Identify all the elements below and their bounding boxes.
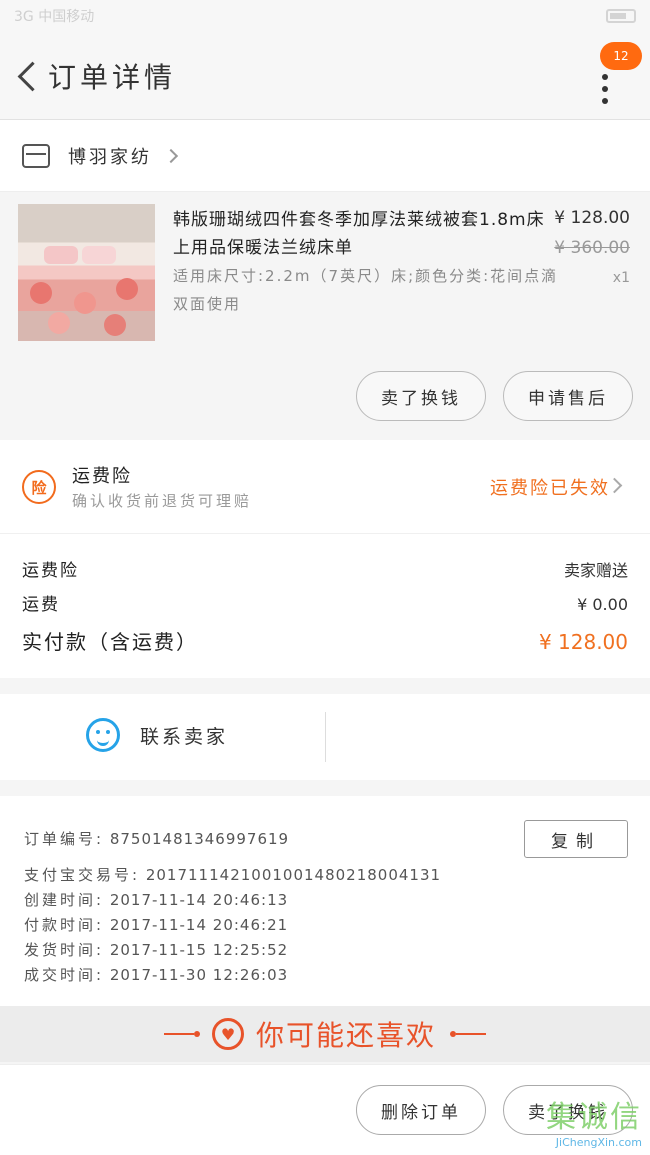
contact-section: 联系卖家 xyxy=(0,694,650,780)
insurance-status: 运费险已失效 xyxy=(490,478,610,499)
order-info: 订单编号: 87501481346997619 复制 支付宝交易号: 20171… xyxy=(0,796,650,1006)
total-value: ¥ 128.00 xyxy=(538,630,628,654)
product-quantity: x1 xyxy=(612,270,630,286)
paid-time: 2017-11-14 20:46:21 xyxy=(109,916,289,934)
created-time: 2017-11-14 20:46:13 xyxy=(109,891,289,909)
shipping-fee-value: ¥ 0.00 xyxy=(577,595,628,614)
product-image[interactable] xyxy=(18,204,155,341)
watermark-en: JiChengXin.com xyxy=(555,1136,642,1149)
product-title[interactable]: 韩版珊瑚绒四件套冬季加厚法莱绒被套1.8m床上用品保暖法兰绒床单 xyxy=(173,206,553,262)
contact-seller-label: 联系卖家 xyxy=(140,725,229,748)
watermark: 集诚信 JiChengXin.com xyxy=(546,1092,642,1149)
shipped-time-line: 发货时间: 2017-11-15 12:25:52 xyxy=(24,939,288,960)
insurance-icon: 险 xyxy=(22,470,56,504)
created-time-line: 创建时间: 2017-11-14 20:46:13 xyxy=(24,889,288,910)
shop-row[interactable]: 博羽家纺 xyxy=(0,120,650,192)
product-original-price: ¥ 360.00 xyxy=(554,238,630,258)
recommend-title: 你可能还喜欢 xyxy=(255,1019,436,1052)
bottom-action-bar: 删除订单 卖了换钱 集诚信 JiChengXin.com xyxy=(0,1064,650,1155)
insurance-subtitle: 确认收货前退货可理赔 xyxy=(72,492,253,510)
shop-name: 博羽家纺 xyxy=(68,146,152,168)
chevron-right-icon xyxy=(163,148,179,163)
store-icon xyxy=(22,143,50,168)
after-sale-button[interactable]: 申请售后 xyxy=(503,371,633,421)
message-badge[interactable]: 12 xyxy=(600,42,642,70)
heart-icon: ♥ xyxy=(211,1018,244,1050)
alipay-number-label: 支付宝交易号: xyxy=(24,866,141,884)
shipping-fee-label: 运费 xyxy=(22,595,60,615)
watermark-cn: 集诚信 xyxy=(546,1100,642,1135)
completed-time: 2017-11-30 12:26:03 xyxy=(109,966,289,984)
back-icon[interactable] xyxy=(12,56,42,96)
signal-indicator: 3G 中国移动 xyxy=(14,9,95,25)
paid-time-line: 付款时间: 2017-11-14 20:46:21 xyxy=(24,914,288,935)
recommend-banner: ♥ 你可能还喜欢 xyxy=(0,1006,650,1062)
insurance-fee-value: 卖家赠送 xyxy=(563,561,628,580)
alipay-number: 2017111421001001480218004131 xyxy=(145,866,442,884)
contact-seller-button[interactable]: 联系卖家 xyxy=(86,718,228,752)
total-label: 实付款（含运费） xyxy=(22,630,198,654)
completed-time-label: 成交时间: xyxy=(24,966,105,984)
product-spec: 适用床尺寸:2.2m（7英尺）床;颜色分类:花间点滴双面使用 xyxy=(173,267,559,313)
delete-order-button[interactable]: 删除订单 xyxy=(356,1085,486,1135)
fee-summary: 运费险 卖家赠送 运费 ¥ 0.00 实付款（含运费） ¥ 128.00 xyxy=(0,534,650,678)
page-title: 订单详情 xyxy=(48,60,177,94)
insurance-fee-label: 运费险 xyxy=(22,561,79,581)
rebuy-button[interactable]: 卖了换钱 xyxy=(356,371,486,421)
order-number: 87501481346997619 xyxy=(109,830,290,848)
more-dots-icon xyxy=(602,74,608,110)
header: 订单详情 12 xyxy=(0,32,650,120)
battery-icon xyxy=(606,9,636,23)
shipped-time: 2017-11-15 12:25:52 xyxy=(109,941,289,959)
order-number-label: 订单编号: xyxy=(24,830,105,848)
status-bar: 3G 中国移动 xyxy=(0,0,650,32)
paid-time-label: 付款时间: xyxy=(24,916,105,934)
completed-time-line: 成交时间: 2017-11-30 12:26:03 xyxy=(24,964,288,985)
alipay-number-line: 支付宝交易号: 2017111421001001480218004131 xyxy=(24,864,441,885)
shipped-time-label: 发货时间: xyxy=(24,941,105,959)
product-item[interactable]: 韩版珊瑚绒四件套冬季加厚法莱绒被套1.8m床上用品保暖法兰绒床单 适用床尺寸:2… xyxy=(0,192,650,440)
copy-button[interactable]: 复制 xyxy=(524,820,628,858)
order-number-line: 订单编号: 87501481346997619 xyxy=(24,828,289,849)
product-price: ¥ 128.00 xyxy=(554,208,630,228)
insurance-title: 运费险 xyxy=(72,466,132,487)
chat-icon xyxy=(86,718,120,752)
created-time-label: 创建时间: xyxy=(24,891,105,909)
shipping-insurance-row[interactable]: 险 运费险 确认收货前退货可理赔 运费险已失效 xyxy=(0,440,650,534)
divider xyxy=(325,712,326,762)
